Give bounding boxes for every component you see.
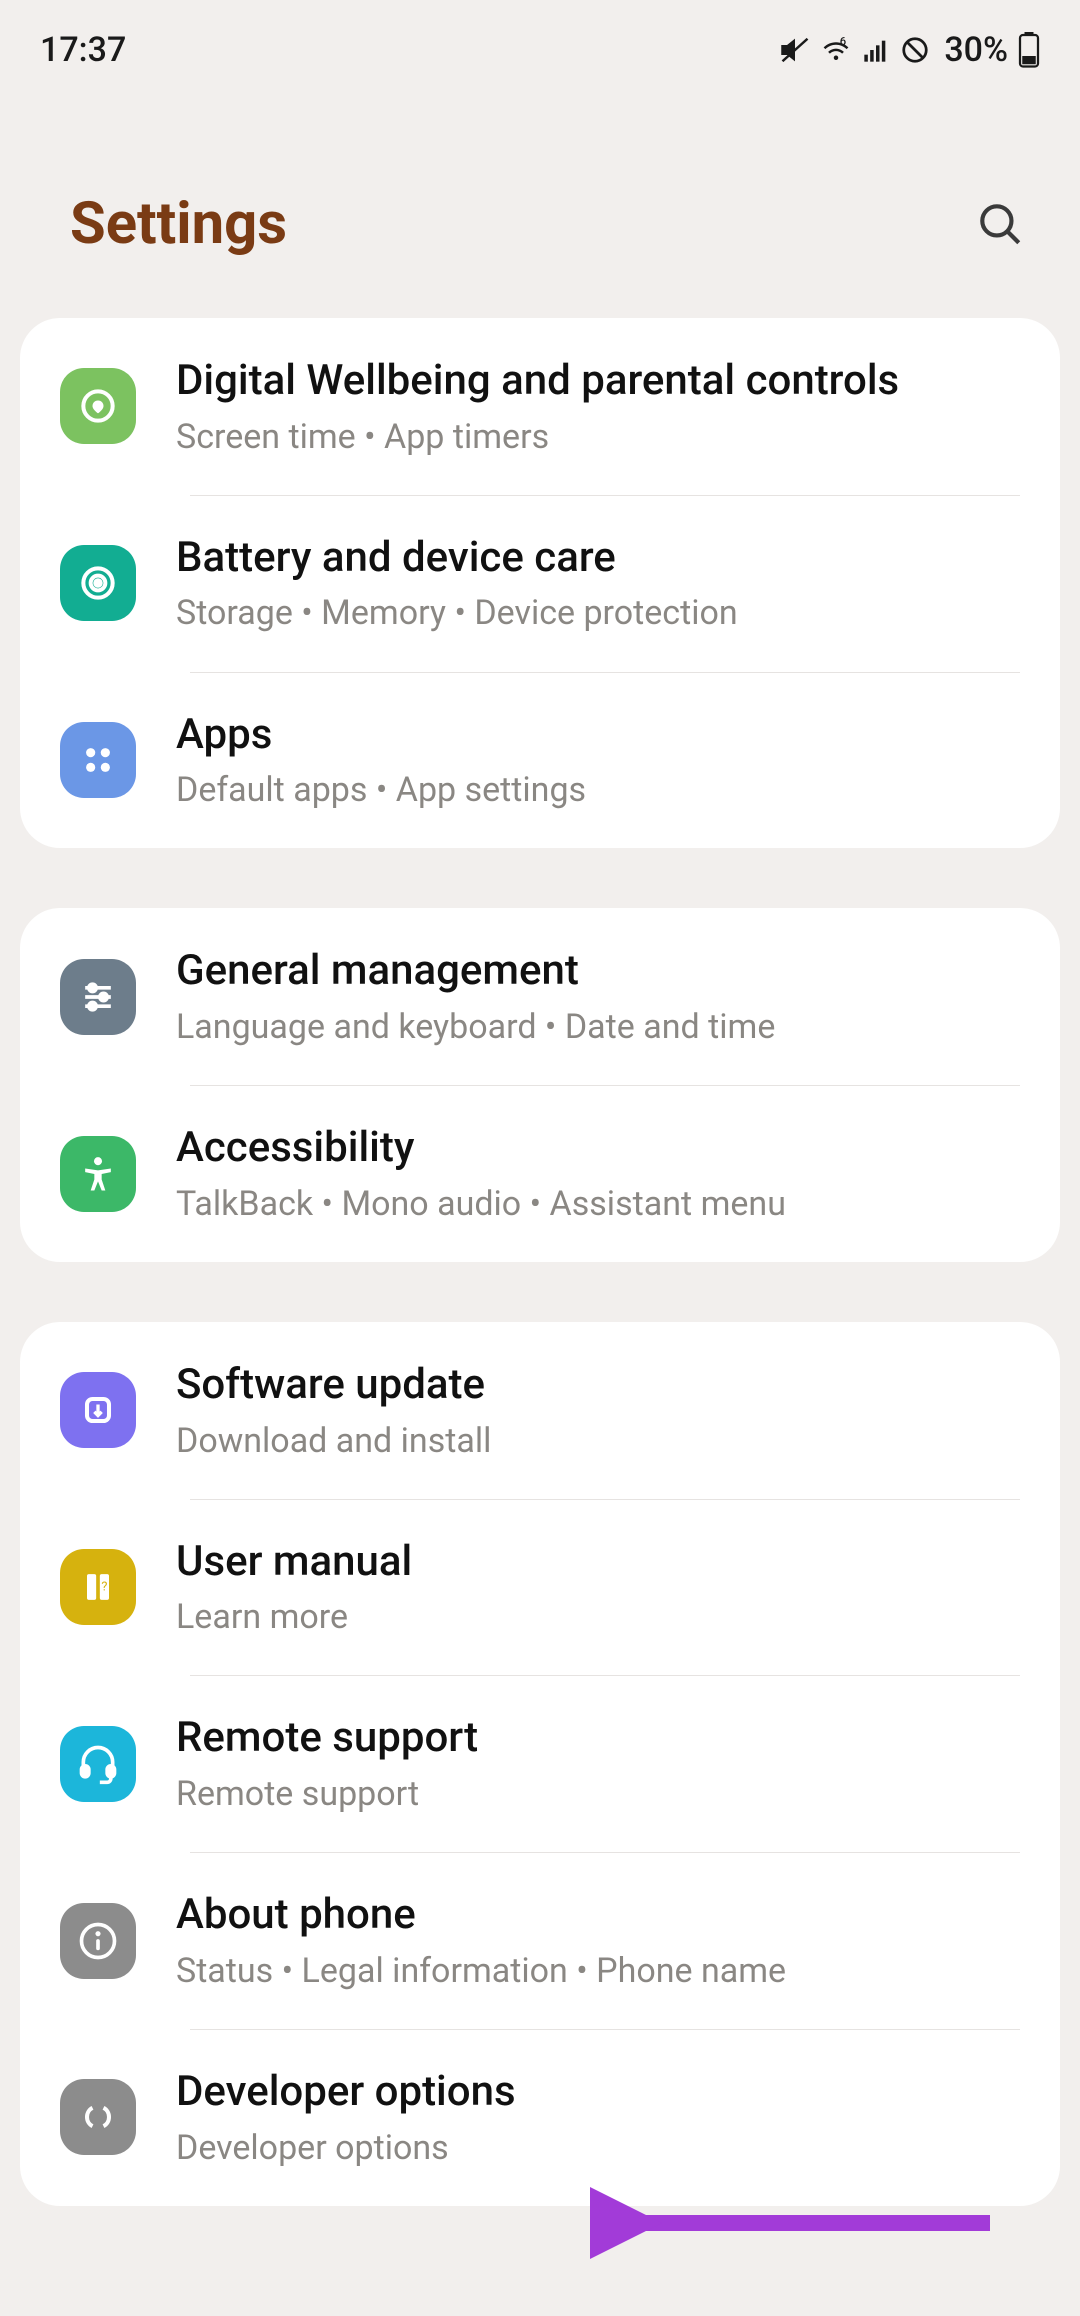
row-subtitle: Screen time • App timers (176, 415, 1020, 459)
row-text: Digital Wellbeing and parental controls … (176, 354, 1020, 459)
row-text: General management Language and keyboard… (176, 944, 1020, 1049)
row-subtitle: Default apps • App settings (176, 768, 1020, 812)
row-software-update[interactable]: Software update Download and install (20, 1322, 1060, 1499)
battery-care-icon (60, 545, 136, 621)
row-text: Software update Download and install (176, 1358, 1020, 1463)
settings-group-3: Software update Download and install ? U… (20, 1322, 1060, 2206)
row-subtitle: TalkBack • Mono audio • Assistant menu (176, 1182, 1020, 1226)
page-header: Settings (0, 90, 1080, 318)
row-subtitle: Storage • Memory • Device protection (176, 591, 1020, 635)
apps-icon (60, 722, 136, 798)
status-bar: 17:37 6 30% (0, 0, 1080, 90)
status-right: 6 30% (780, 30, 1040, 70)
row-title: Battery and device care (176, 531, 1020, 586)
developer-icon (60, 2079, 136, 2155)
search-icon (975, 199, 1025, 249)
row-title: Apps (176, 708, 1020, 763)
row-title: User manual (176, 1535, 1020, 1590)
row-accessibility[interactable]: Accessibility TalkBack • Mono audio • As… (20, 1085, 1060, 1262)
settings-group-2: General management Language and keyboard… (20, 908, 1060, 1262)
settings-group-1: Digital Wellbeing and parental controls … (20, 318, 1060, 848)
row-text: About phone Status • Legal information •… (176, 1888, 1020, 1993)
row-title: Developer options (176, 2065, 1020, 2120)
row-subtitle: Download and install (176, 1419, 1020, 1463)
dnd-icon (900, 35, 930, 65)
row-title: About phone (176, 1888, 1020, 1943)
row-about-phone[interactable]: About phone Status • Legal information •… (20, 1852, 1060, 2029)
row-title: Accessibility (176, 1121, 1020, 1176)
accessibility-icon (60, 1136, 136, 1212)
row-text: Accessibility TalkBack • Mono audio • As… (176, 1121, 1020, 1226)
row-digital-wellbeing[interactable]: Digital Wellbeing and parental controls … (20, 318, 1060, 495)
row-text: User manual Learn more (176, 1535, 1020, 1640)
sliders-icon (60, 959, 136, 1035)
battery-percent: 30% (944, 30, 1008, 70)
manual-icon: ? (60, 1549, 136, 1625)
row-title: Digital Wellbeing and parental controls (176, 354, 1020, 409)
row-developer-options[interactable]: Developer options Developer options (20, 2029, 1060, 2206)
headset-icon (60, 1726, 136, 1802)
mute-vibrate-icon (780, 35, 810, 65)
row-title: Remote support (176, 1711, 1020, 1766)
row-general-management[interactable]: General management Language and keyboard… (20, 908, 1060, 1085)
svg-text:?: ? (101, 1580, 107, 1595)
row-text: Remote support Remote support (176, 1711, 1020, 1816)
status-time: 17:37 (40, 30, 126, 70)
row-battery-care[interactable]: Battery and device care Storage • Memory… (20, 495, 1060, 672)
row-subtitle: Remote support (176, 1772, 1020, 1816)
row-title: General management (176, 944, 1020, 999)
row-title: Software update (176, 1358, 1020, 1413)
row-subtitle: Language and keyboard • Date and time (176, 1005, 1020, 1049)
row-text: Apps Default apps • App settings (176, 708, 1020, 813)
search-button[interactable] (970, 194, 1030, 254)
row-text: Developer options Developer options (176, 2065, 1020, 2170)
row-remote-support[interactable]: Remote support Remote support (20, 1675, 1060, 1852)
row-subtitle: Developer options (176, 2126, 1020, 2170)
wellbeing-icon (60, 368, 136, 444)
update-icon (60, 1372, 136, 1448)
row-text: Battery and device care Storage • Memory… (176, 531, 1020, 636)
info-icon (60, 1903, 136, 1979)
signal-icon (862, 36, 890, 64)
page-title: Settings (70, 190, 287, 258)
wifi-icon: 6 (820, 35, 852, 65)
row-subtitle: Learn more (176, 1595, 1020, 1639)
svg-text:6: 6 (840, 35, 846, 48)
row-subtitle: Status • Legal information • Phone name (176, 1949, 1020, 1993)
row-user-manual[interactable]: ? User manual Learn more (20, 1499, 1060, 1676)
battery-icon (1018, 32, 1040, 68)
row-apps[interactable]: Apps Default apps • App settings (20, 672, 1060, 849)
